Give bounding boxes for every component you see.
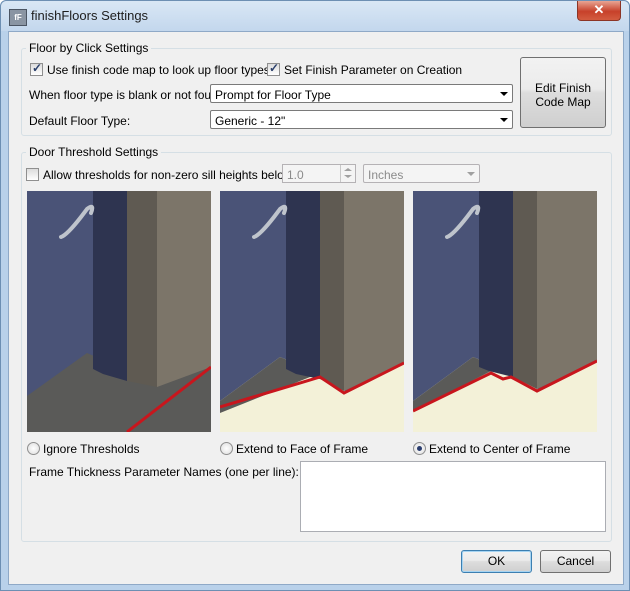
cancel-button[interactable]: Cancel bbox=[540, 550, 611, 573]
frame-shape bbox=[286, 191, 296, 374]
extend-face-illustration bbox=[220, 191, 404, 432]
chevron-down-icon bbox=[500, 92, 508, 96]
ok-button[interactable]: OK bbox=[461, 550, 532, 573]
frame-shape bbox=[93, 191, 103, 374]
blank-type-combo[interactable]: Prompt for Floor Type bbox=[210, 84, 513, 103]
door-edge-shape bbox=[320, 191, 344, 391]
floor-settings-title: Floor by Click Settings bbox=[26, 41, 152, 55]
app-icon: fF bbox=[9, 9, 27, 26]
chevron-down-icon bbox=[467, 172, 475, 176]
extend-center-radio[interactable] bbox=[413, 442, 426, 455]
extend-center-radio-dot bbox=[417, 446, 422, 451]
extend-face-radio[interactable] bbox=[220, 442, 233, 455]
set-finish-label[interactable]: Set Finish Parameter on Creation bbox=[284, 63, 462, 77]
extend-center-picture[interactable] bbox=[413, 191, 597, 432]
title-bar[interactable]: fF finishFloors Settings ✕ bbox=[1, 1, 629, 31]
use-map-checkbox[interactable]: ✓ bbox=[30, 61, 43, 76]
edit-button-line2: Code Map bbox=[535, 95, 591, 109]
ignore-thresholds-picture[interactable] bbox=[27, 191, 211, 432]
set-finish-checkmark: ✓ bbox=[269, 61, 280, 75]
sill-height-value: 1.0 bbox=[287, 168, 304, 182]
jamb-shape bbox=[296, 191, 320, 379]
edit-button-line1: Edit Finish bbox=[534, 81, 592, 95]
frame-thickness-textarea[interactable] bbox=[300, 461, 606, 532]
ignore-thresholds-radio[interactable] bbox=[27, 442, 40, 455]
chevron-down-icon bbox=[344, 175, 352, 178]
door-face-shape bbox=[537, 191, 597, 389]
door-edge-shape bbox=[127, 191, 157, 387]
use-map-label[interactable]: Use finish code map to look up floor typ… bbox=[47, 63, 270, 77]
frame-thickness-label: Frame Thickness Parameter Names (one per… bbox=[29, 465, 299, 479]
chevron-down-icon bbox=[500, 118, 508, 122]
allow-thresholds-checkbox[interactable] bbox=[26, 168, 39, 181]
ignore-thresholds-label[interactable]: Ignore Thresholds bbox=[43, 442, 140, 456]
threshold-settings-title: Door Threshold Settings bbox=[26, 145, 162, 159]
frame-shape bbox=[479, 191, 489, 371]
ignore-thresholds-illustration bbox=[27, 191, 211, 432]
chevron-up-icon bbox=[344, 168, 352, 171]
door-edge-shape bbox=[513, 191, 537, 389]
door-face-shape bbox=[157, 191, 211, 387]
set-finish-checkbox[interactable]: ✓ bbox=[267, 61, 280, 76]
extend-face-picture[interactable] bbox=[220, 191, 404, 432]
units-value: Inches bbox=[368, 168, 404, 182]
settings-window: fF finishFloors Settings ✕ Floor by Clic… bbox=[0, 0, 630, 591]
units-combo[interactable]: Inches bbox=[363, 164, 480, 183]
default-type-value: Generic - 12" bbox=[215, 114, 286, 128]
edit-finish-code-map-button[interactable]: Edit Finish Code Map bbox=[520, 57, 606, 128]
sill-height-input[interactable]: 1.0 bbox=[282, 164, 356, 183]
sill-height-stepper[interactable] bbox=[340, 165, 355, 182]
close-button[interactable]: ✕ bbox=[577, 1, 621, 21]
close-icon: ✕ bbox=[593, 2, 605, 17]
jamb-shape bbox=[103, 191, 127, 381]
door-face-shape bbox=[344, 191, 404, 391]
window-title: finishFloors Settings bbox=[31, 8, 149, 23]
blank-type-value: Prompt for Floor Type bbox=[215, 88, 331, 102]
default-type-label: Default Floor Type: bbox=[29, 114, 131, 128]
dialog-body: Floor by Click Settings ✓ Use finish cod… bbox=[8, 31, 624, 585]
allow-thresholds-label[interactable]: Allow thresholds for non-zero sill heigh… bbox=[43, 168, 296, 182]
blank-type-label: When floor type is blank or not found: bbox=[29, 88, 228, 102]
use-map-checkmark: ✓ bbox=[32, 61, 43, 75]
extend-center-label[interactable]: Extend to Center of Frame bbox=[429, 442, 570, 456]
default-type-combo[interactable]: Generic - 12" bbox=[210, 110, 513, 129]
extend-face-label[interactable]: Extend to Face of Frame bbox=[236, 442, 368, 456]
jamb-shape bbox=[489, 191, 513, 377]
extend-center-illustration bbox=[413, 191, 597, 432]
